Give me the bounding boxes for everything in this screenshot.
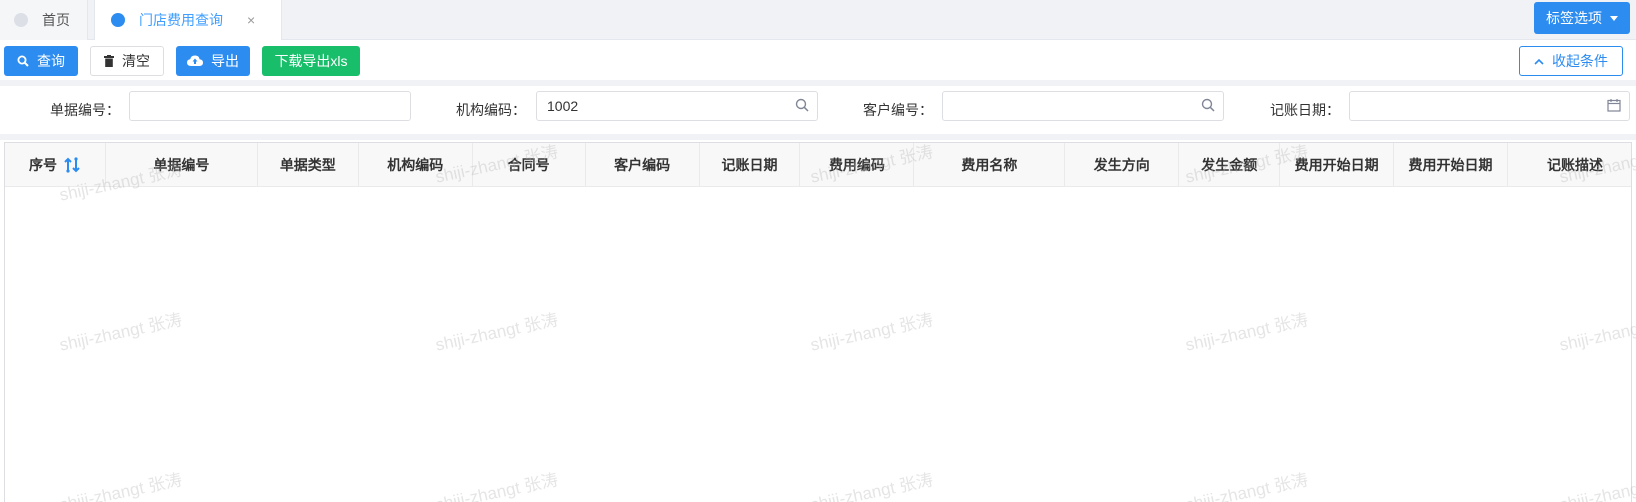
swap-sort-icon[interactable] (63, 156, 81, 174)
column-header-fee-start-date[interactable]: 费用开始日期 (1280, 143, 1395, 187)
column-header-index[interactable]: 序号 (5, 143, 106, 187)
column-header-label: 费用开始日期 (1294, 157, 1379, 173)
column-header-label: 记账描述 (1546, 157, 1603, 173)
tab-status-dot-icon (14, 13, 28, 27)
tab-active-label: 门店费用查询 (139, 12, 223, 28)
filter-form: 单据编号： 机构编码： 1002 客户编号： 记账日期： (0, 86, 1636, 134)
search-icon (17, 55, 29, 67)
column-header-contract-no[interactable]: 合同号 (473, 143, 586, 187)
query-button[interactable]: 查询 (4, 46, 78, 76)
column-header-label: 费用编码 (828, 157, 885, 173)
post-date-picker[interactable] (1349, 91, 1630, 121)
chevron-up-icon (1534, 58, 1544, 65)
search-icon[interactable] (795, 98, 809, 112)
tab-home[interactable]: 首页 (0, 0, 88, 40)
column-header-fee-name[interactable]: 费用名称 (914, 143, 1066, 187)
post-date-label: 记账日期： (1270, 102, 1340, 118)
column-header-label: 费用名称 (961, 157, 1018, 173)
clear-button[interactable]: 清空 (90, 46, 164, 76)
column-header-customer-code[interactable]: 客户编码 (586, 143, 700, 187)
tab-bar: 首页 门店费用查询 × 标签选项 (0, 0, 1636, 40)
org-code-label: 机构编码： (456, 102, 526, 118)
column-header-post-date[interactable]: 记账日期 (700, 143, 801, 187)
org-code-input[interactable]: 1002 (536, 91, 818, 121)
table-header: 序号 单据编号 单据类型 机构编码 合同号 客户编码 记账日期 费用编码 费用名… (5, 143, 1631, 187)
collapse-conditions-button[interactable]: 收起条件 (1519, 46, 1623, 76)
doc-no-input[interactable] (129, 91, 411, 121)
column-header-org-code[interactable]: 机构编码 (359, 143, 473, 187)
query-button-label: 查询 (37, 53, 65, 69)
column-header-label: 单据编号 (153, 157, 210, 173)
column-header-fee-start-date-2[interactable]: 费用开始日期 (1394, 143, 1509, 187)
column-header-label: 单据类型 (279, 157, 336, 173)
close-icon[interactable]: × (247, 12, 255, 28)
trash-icon (104, 55, 114, 67)
export-button-label: 导出 (211, 53, 239, 69)
column-header-post-desc[interactable]: 记账描述 (1508, 143, 1631, 187)
download-xls-button-label: 下载导出xls (274, 53, 348, 69)
column-header-label: 合同号 (507, 157, 550, 173)
tab-status-dot-icon (111, 13, 125, 27)
tab-store-expense-query[interactable]: 门店费用查询 × (94, 0, 282, 40)
column-header-label: 费用开始日期 (1408, 157, 1493, 173)
divider (0, 134, 1636, 140)
caret-down-icon (1610, 15, 1618, 21)
toolbar: 查询 清空 导出 下载导出xls 收起条件 (0, 40, 1636, 80)
collapse-conditions-label: 收起条件 (1552, 53, 1608, 69)
tab-options-button[interactable]: 标签选项 (1534, 2, 1630, 34)
column-header-fee-code[interactable]: 费用编码 (800, 143, 915, 187)
export-button[interactable]: 导出 (176, 46, 250, 76)
column-header-amount[interactable]: 发生金额 (1179, 143, 1281, 187)
column-header-label: 客户编码 (614, 157, 671, 173)
column-header-doc-no[interactable]: 单据编号 (106, 143, 258, 187)
tab-options-label: 标签选项 (1546, 10, 1602, 26)
column-header-label: 记账日期 (721, 157, 778, 173)
doc-no-label: 单据编号： (50, 102, 120, 118)
customer-no-label: 客户编号： (863, 102, 933, 118)
clear-button-label: 清空 (122, 53, 150, 69)
calendar-icon[interactable] (1607, 98, 1621, 112)
column-header-label: 发生方向 (1093, 157, 1150, 173)
column-header-label: 序号 (28, 157, 57, 173)
expense-table: 序号 单据编号 单据类型 机构编码 合同号 客户编码 记账日期 费用编码 费用名… (4, 142, 1632, 502)
column-header-label: 发生金额 (1201, 157, 1258, 173)
column-header-label: 机构编码 (387, 157, 444, 173)
search-icon[interactable] (1201, 98, 1215, 112)
org-code-value: 1002 (547, 98, 579, 114)
customer-no-input[interactable] (942, 91, 1224, 121)
column-header-direction[interactable]: 发生方向 (1065, 143, 1180, 187)
tab-home-label: 首页 (42, 12, 70, 28)
download-xls-button[interactable]: 下载导出xls (262, 46, 360, 76)
column-header-doc-type[interactable]: 单据类型 (258, 143, 359, 187)
cloud-upload-icon (187, 55, 203, 67)
